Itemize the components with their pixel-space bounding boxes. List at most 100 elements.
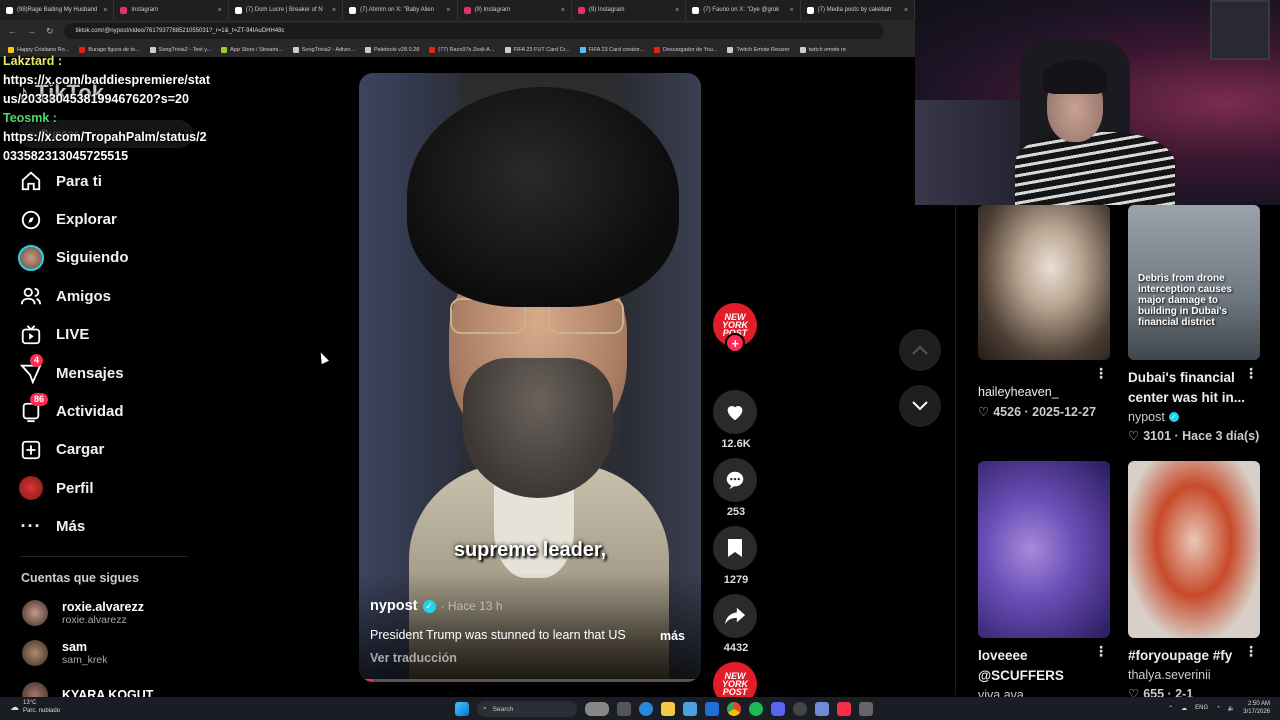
sidebar-item-explorar[interactable]: Explorar — [18, 200, 198, 238]
like-button[interactable] — [713, 390, 757, 434]
more-options-icon[interactable]: ⋮ — [1244, 643, 1258, 660]
bookmark-favicon-icon — [654, 46, 661, 53]
previous-video-button[interactable] — [899, 329, 941, 371]
bookmark-item[interactable]: (77) Raco97s Zesli-A... — [429, 46, 495, 53]
sidebar-item-siguiendo[interactable]: Siguiendo — [18, 239, 198, 277]
related-video-author[interactable]: thalya.severinii — [1128, 668, 1260, 682]
app-icon[interactable] — [815, 702, 829, 716]
terminal-icon[interactable] — [859, 702, 873, 716]
followed-account[interactable]: roxie.alvarezz roxie.alvarezz — [22, 600, 144, 626]
bookmark-item[interactable]: Paletools v28.0.28 — [365, 46, 419, 53]
edge-icon[interactable] — [639, 702, 653, 716]
sidebar-divider — [21, 556, 187, 557]
close-tab-icon[interactable]: × — [675, 7, 679, 14]
task-view-icon[interactable] — [617, 702, 631, 716]
sidebar-item-mensajes[interactable]: 4 Mensajes — [18, 354, 198, 392]
bookmark-item[interactable]: FIFA 23 Card creator... — [579, 46, 644, 53]
weather-cloud-icon: ☁ — [10, 702, 19, 712]
related-video-title[interactable]: haileyheaven_ — [978, 384, 1110, 400]
follow-plus-icon[interactable]: + — [725, 333, 745, 353]
url-input[interactable]: tiktok.com/@nypost/video/761793778852105… — [63, 23, 884, 39]
obs-icon[interactable] — [793, 702, 807, 716]
chevron-up-icon[interactable]: ⌃ — [1168, 705, 1173, 712]
related-video-thumbnail[interactable] — [978, 205, 1110, 360]
author-avatar[interactable]: NEW YORK POST + — [713, 303, 757, 353]
close-tab-icon[interactable]: × — [561, 7, 565, 14]
share-button[interactable] — [713, 594, 757, 638]
bookmark-item[interactable]: SongTrivia2 - Adivin... — [292, 46, 355, 53]
spotify-icon[interactable] — [749, 702, 763, 716]
sidebar-item-cargar[interactable]: Cargar — [18, 431, 198, 469]
widgets-icon[interactable] — [585, 702, 609, 716]
comment-button[interactable] — [713, 458, 757, 502]
cloud-icon[interactable]: ☁ — [1181, 705, 1187, 712]
volume-icon[interactable]: 🔈 — [1228, 705, 1235, 712]
taskbar-language[interactable]: ENG — [1195, 705, 1208, 711]
sidebar-item-actividad[interactable]: 86 Actividad — [18, 392, 198, 430]
sidebar-item-más[interactable]: ··· Más — [18, 508, 198, 546]
taskbar-search[interactable]: ⌕ Search — [477, 701, 577, 717]
discord-icon[interactable] — [771, 702, 785, 716]
bookmark-item[interactable]: FIFA 23 FUT Card Cr... — [504, 46, 570, 53]
related-video-thumbnail[interactable] — [1128, 461, 1260, 638]
video-author[interactable]: nypost ✓ · Hace 13 h — [370, 598, 503, 614]
author-name[interactable]: nypost — [370, 598, 418, 614]
next-video-button[interactable] — [899, 385, 941, 427]
related-video-title[interactable]: Dubai's financial center was hit in... — [1128, 368, 1260, 408]
more-options-icon[interactable]: ⋮ — [1094, 365, 1108, 382]
more-options-icon[interactable]: ⋮ — [1094, 643, 1108, 660]
bookmark-favicon-icon — [221, 46, 228, 53]
related-video-card[interactable]: #foryoupage #fy ⋮ thalya.severinii ♡ 655 … — [1128, 461, 1260, 701]
video-progress-bar[interactable] — [359, 679, 701, 682]
sidebar-item-live[interactable]: LIVE — [18, 316, 198, 354]
related-video-card[interactable]: loveeee @SCUFFERS ⋮ viva.ava — [978, 461, 1110, 702]
close-tab-icon[interactable]: × — [103, 7, 107, 14]
related-video-title[interactable]: #foryoupage #fy — [1128, 646, 1260, 666]
followed-account[interactable]: sam sam_krek — [22, 640, 108, 666]
browser-tab[interactable]: (7) Ahmm on X: "Baby Alien × — [343, 0, 458, 20]
taskbar-clock[interactable]: 2:50 AM 3/17/2026 — [1243, 700, 1270, 716]
close-tab-icon[interactable]: × — [218, 7, 222, 14]
sidebar-item-amigos[interactable]: Amigos — [18, 277, 198, 315]
browser-tab[interactable]: (9) Instagram × — [458, 0, 572, 20]
chrome-icon[interactable] — [727, 702, 741, 716]
more-options-icon[interactable]: ⋮ — [1244, 365, 1258, 382]
bookmark-item[interactable]: twitch emote re — [799, 46, 846, 53]
bookmark-item[interactable]: App Store / Streami... — [221, 46, 283, 53]
browser-tab[interactable]: (7) Media posts by cakebatt × — [801, 0, 915, 20]
back-icon[interactable]: ← — [8, 26, 17, 36]
music-icon[interactable] — [837, 702, 851, 716]
sidebar-item-perfil[interactable]: Perfil — [18, 469, 198, 507]
weather-widget[interactable]: ☁ 13°C Parc. nublado — [10, 699, 60, 715]
translate-button[interactable]: Ver traducción — [370, 651, 457, 665]
close-tab-icon[interactable]: × — [446, 7, 450, 14]
related-video-thumbnail[interactable] — [978, 461, 1110, 638]
more-button[interactable]: más — [660, 629, 685, 643]
forward-icon[interactable]: → — [27, 26, 36, 36]
browser-tab[interactable]: (7) Fauno on X: "Oye @grok × — [686, 0, 801, 20]
related-video-author[interactable]: nypost ✓ — [1128, 410, 1260, 424]
store-icon[interactable] — [683, 702, 697, 716]
close-tab-icon[interactable]: × — [332, 7, 336, 14]
related-video-card[interactable]: haileyheaven_ ⋮ ♡ 4526 · 2025-12-27 — [978, 205, 1110, 419]
related-video-thumbnail[interactable]: Debris from drone interception causes ma… — [1128, 205, 1260, 360]
related-video-title[interactable]: loveeee @SCUFFERS — [978, 646, 1110, 686]
browser-tab[interactable]: (98)Rage Baiting My Husband × — [0, 0, 115, 20]
video-player[interactable]: supreme leader, nypost ✓ · Hace 13 h Pre… — [359, 73, 701, 682]
browser-tab[interactable]: (7) Dom Lucre | Breaker of N × — [229, 0, 344, 20]
close-tab-icon[interactable]: × — [904, 7, 908, 14]
browser-tab[interactable]: (9) Instagram × — [572, 0, 687, 20]
browser-tab[interactable]: Instagram × — [114, 0, 229, 20]
like-count: 12.6K — [721, 438, 751, 450]
save-button[interactable] — [713, 526, 757, 570]
wifi-icon[interactable]: ◔ — [1216, 705, 1220, 711]
sidebar-item-para-ti[interactable]: Para ti — [18, 162, 198, 200]
related-video-card[interactable]: Debris from drone interception causes ma… — [1128, 205, 1260, 443]
reload-icon[interactable]: ↻ — [46, 26, 54, 37]
mail-icon[interactable] — [705, 702, 719, 716]
close-tab-icon[interactable]: × — [790, 7, 794, 14]
bookmark-item[interactable]: Descargador de You... — [654, 46, 717, 53]
bookmark-item[interactable]: Twitch Emote Resizer — [727, 46, 790, 53]
file-explorer-icon[interactable] — [661, 702, 675, 716]
start-icon[interactable] — [455, 702, 469, 716]
